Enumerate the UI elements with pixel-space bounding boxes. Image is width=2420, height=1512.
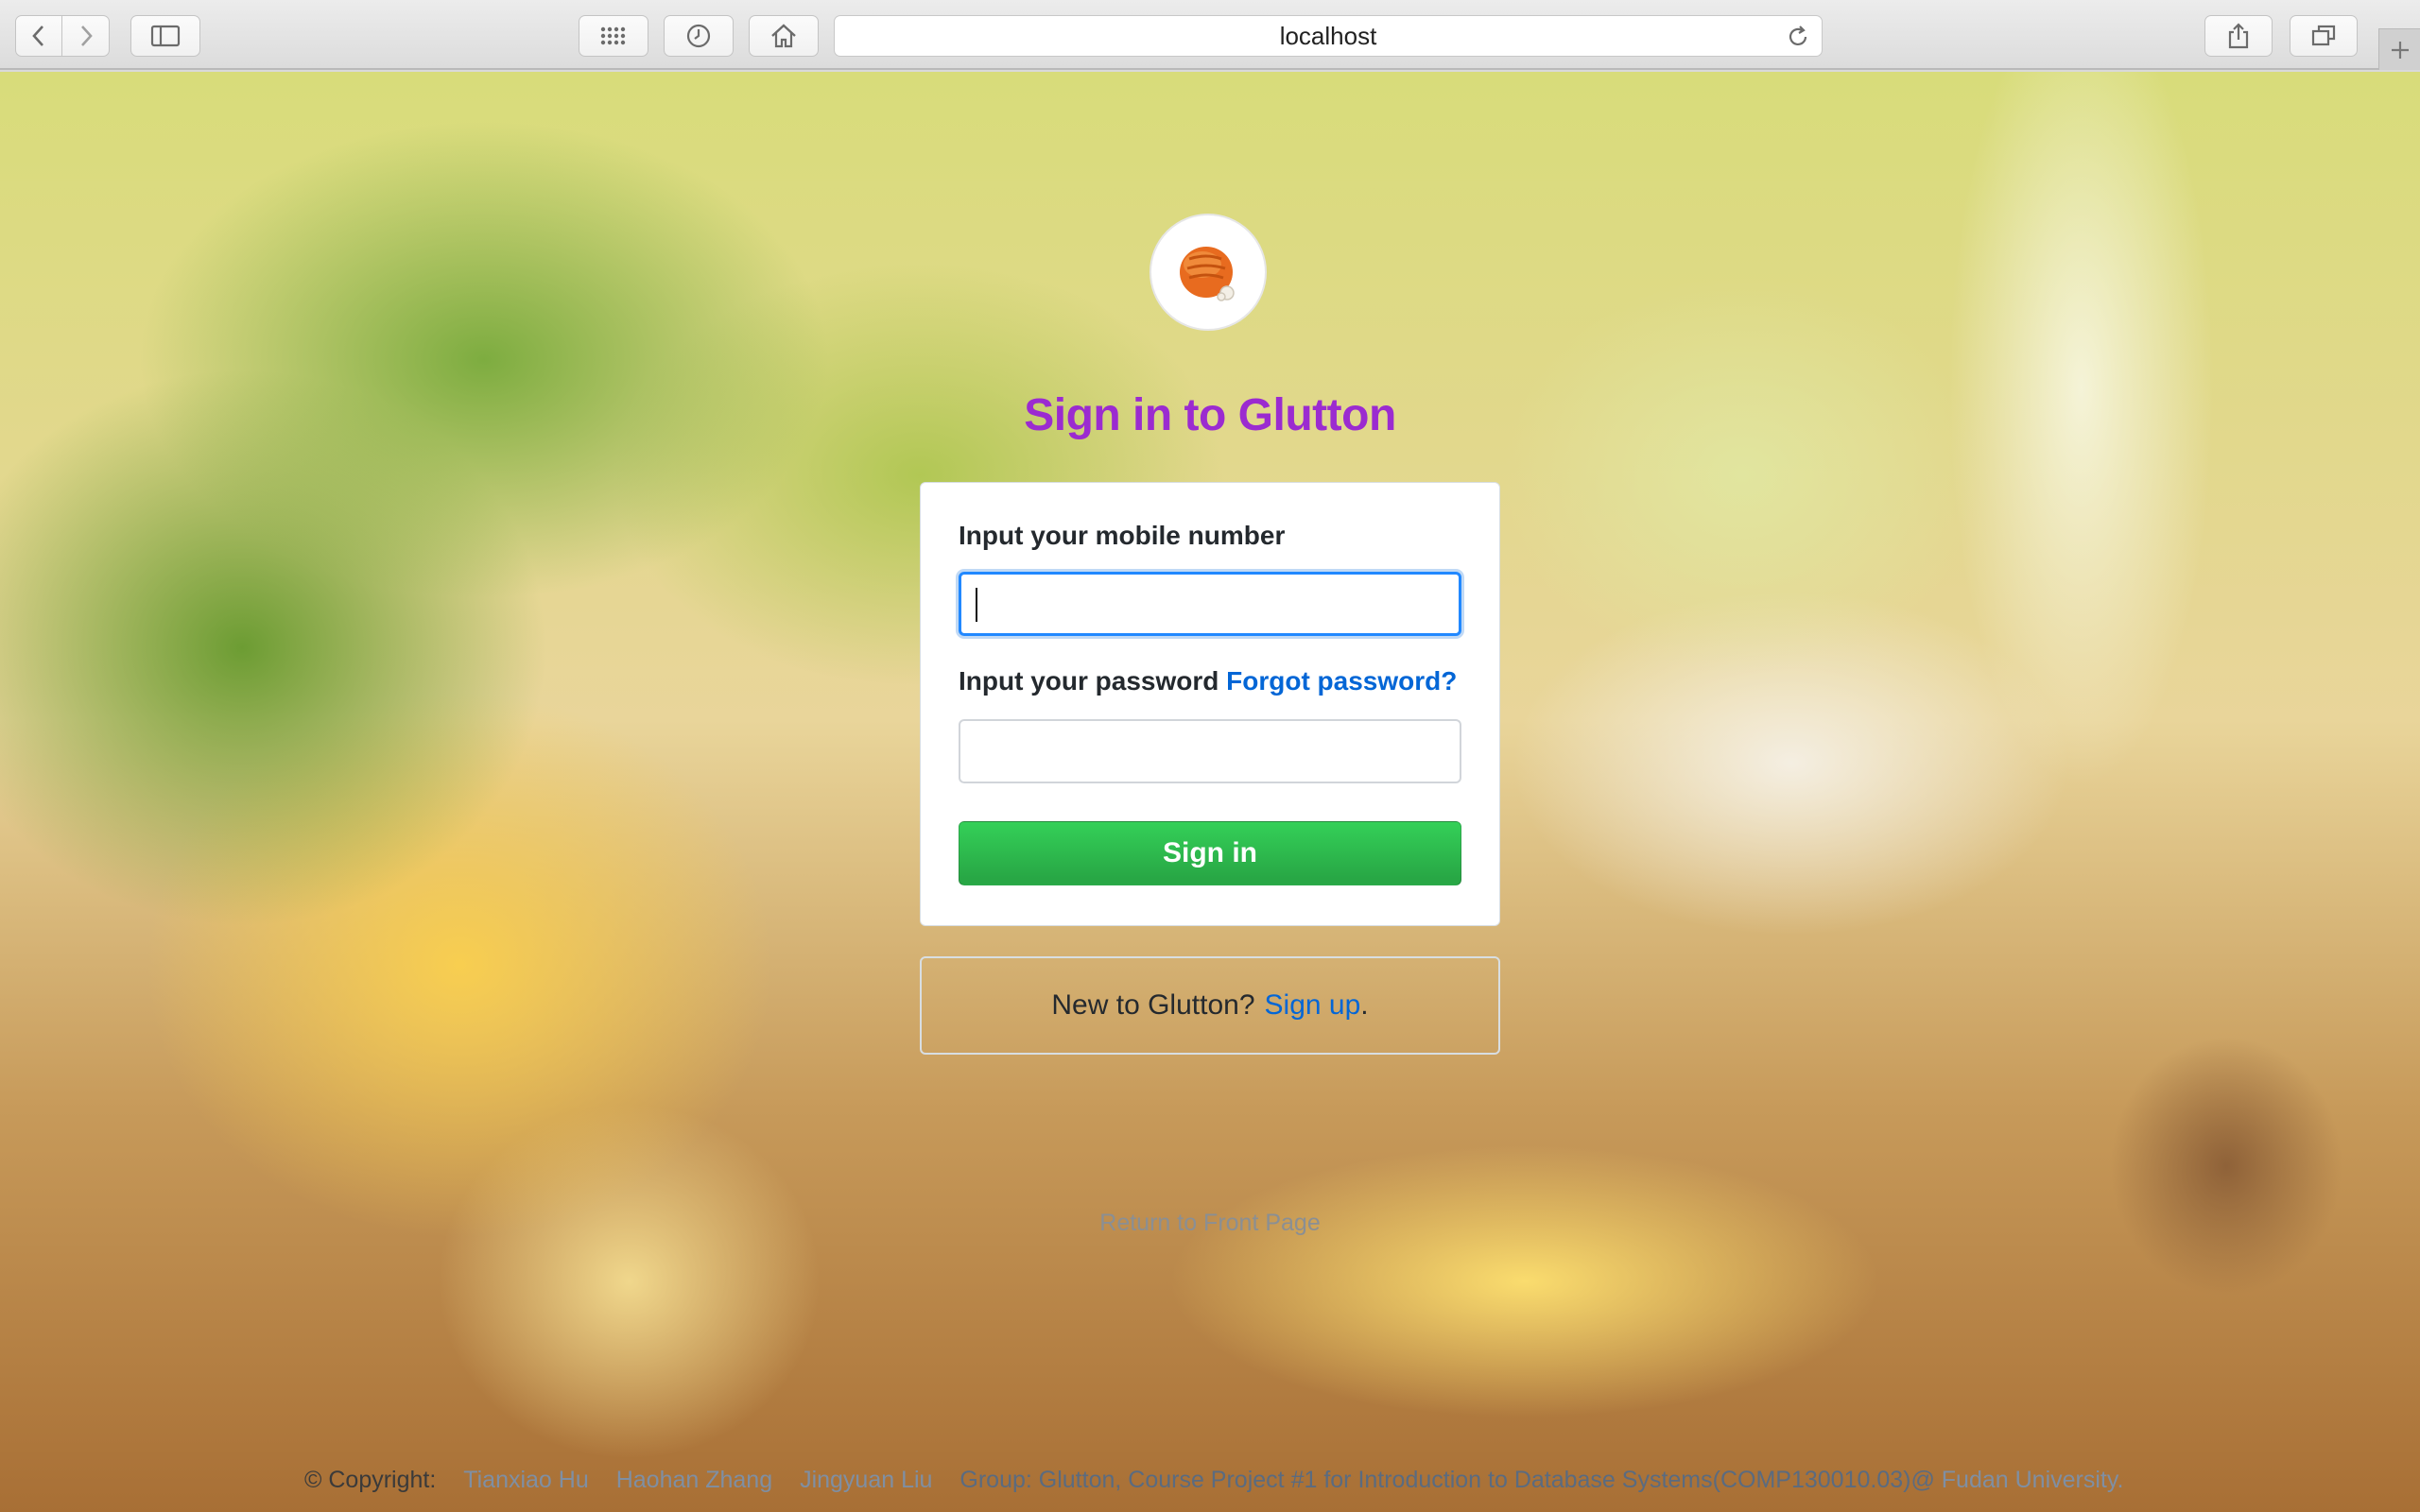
course-description: Group: Glutton, Course Project #1 for In… bbox=[959, 1467, 1935, 1493]
forward-button[interactable] bbox=[62, 15, 110, 57]
browser-toolbar: localhost bbox=[0, 0, 2420, 70]
signup-callout: New to Glutton? Sign up . bbox=[920, 956, 1500, 1055]
reload-icon bbox=[1789, 26, 1807, 45]
author-link[interactable]: Tianxiao Hu bbox=[463, 1467, 588, 1493]
login-form: Input your mobile number Input your pass… bbox=[920, 482, 1500, 926]
top-sites-button[interactable] bbox=[579, 15, 648, 57]
copyright-label: © Copyright: bbox=[304, 1467, 437, 1493]
chevron-left-icon bbox=[32, 26, 43, 46]
tabs-overview-button[interactable] bbox=[2290, 15, 2358, 57]
author-link[interactable]: Jingyuan Liu bbox=[800, 1467, 932, 1493]
author-link[interactable]: Haohan Zhang bbox=[616, 1467, 772, 1493]
password-label-row: Input your password Forgot password? bbox=[959, 666, 1457, 696]
home-button[interactable] bbox=[749, 15, 819, 57]
back-button[interactable] bbox=[15, 15, 62, 57]
new-user-prompt: New to Glutton? bbox=[1051, 989, 1255, 1021]
sign-in-button[interactable]: Sign in bbox=[959, 821, 1461, 885]
glutton-logo[interactable] bbox=[1150, 214, 1267, 331]
sign-up-link[interactable]: Sign up bbox=[1265, 989, 1361, 1022]
chevron-right-icon bbox=[80, 26, 93, 46]
signup-suffix: . bbox=[1360, 989, 1369, 1021]
password-input[interactable] bbox=[959, 719, 1461, 783]
forgot-password-link[interactable]: Forgot password? bbox=[1226, 666, 1457, 696]
mobile-label: Input your mobile number bbox=[959, 521, 1286, 550]
plus-icon bbox=[2391, 41, 2409, 59]
share-button[interactable] bbox=[2204, 15, 2273, 57]
clock-icon bbox=[686, 24, 711, 48]
new-tab-button[interactable] bbox=[2378, 28, 2420, 70]
page-title: Sign in to Glutton bbox=[1024, 390, 1396, 440]
grid-icon bbox=[600, 26, 626, 45]
footer: © Copyright: Tianxiao Hu Haohan Zhang Ji… bbox=[304, 1467, 2123, 1494]
sidebar-icon bbox=[150, 25, 181, 47]
bread-icon bbox=[1180, 247, 1235, 301]
tabs-icon bbox=[2311, 25, 2336, 46]
return-front-page-link[interactable]: Return to Front Page bbox=[0, 1210, 2420, 1237]
text-caret bbox=[976, 588, 977, 622]
url-text: localhost bbox=[1279, 21, 1377, 50]
address-bar[interactable]: localhost bbox=[834, 15, 1823, 57]
mobile-input[interactable] bbox=[959, 572, 1461, 636]
reload-button[interactable] bbox=[1786, 25, 1810, 54]
home-icon bbox=[771, 24, 796, 48]
sidebar-button[interactable] bbox=[130, 15, 200, 57]
password-label: Input your password bbox=[959, 666, 1219, 696]
history-button[interactable] bbox=[664, 15, 734, 57]
share-icon bbox=[2228, 23, 2249, 49]
university-link[interactable]: Fudan University. bbox=[1935, 1467, 2124, 1493]
page-viewport: Sign in to Glutton Input your mobile num… bbox=[0, 72, 2420, 1512]
